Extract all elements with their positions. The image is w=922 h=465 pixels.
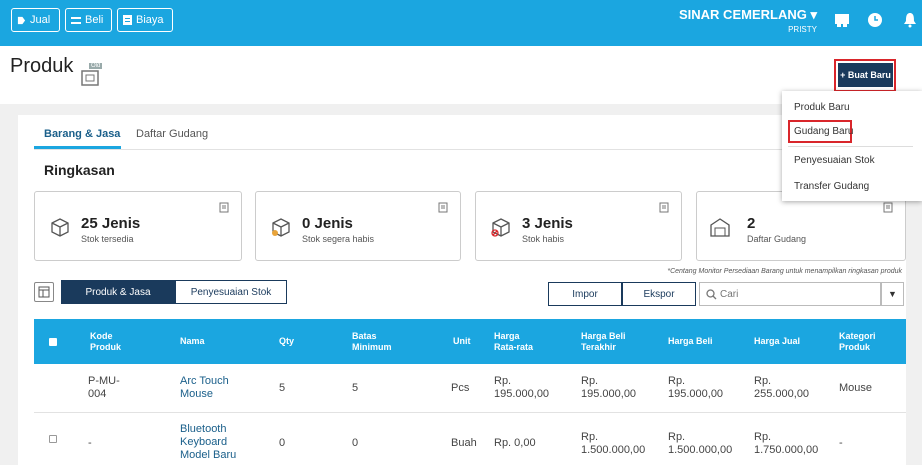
column-settings-button[interactable] [34,282,54,302]
cell-kategori: Mouse [839,382,873,394]
menu-item-transfer-gudang[interactable]: Transfer Gudang [794,181,869,192]
summary-warehouses: 2 Daftar Gudang [696,191,906,261]
column-header-nama[interactable]: Nama [180,336,205,347]
tab-daftar-gudang[interactable]: Daftar Gudang [136,128,208,140]
chevron-down-icon: ▾ [810,7,817,22]
summary-heading: Ringkasan [44,162,115,178]
menu-item-produk-baru[interactable]: Produk Baru [794,102,850,113]
box-empty-icon [491,218,510,237]
company-switcher[interactable]: SINAR CEMERLANG ▾ PRISTY [679,7,817,34]
old-version-toggle[interactable]: Old [81,63,103,86]
column-header-kategori[interactable]: Kategori Produk [839,331,889,353]
table-header: Kode Produk Nama Qty Batas Minimum Unit … [34,319,906,364]
tab-barang-jasa[interactable]: Barang & Jasa [44,128,120,140]
column-header-harga-jual[interactable]: Harga Jual [754,336,800,347]
beli-label: Beli [85,14,104,26]
summary-stock-low: 0 Jenis Stok segera habis [255,191,461,261]
column-header-harga-beli[interactable]: Harga Beli [668,336,713,347]
table-row[interactable]: P-MU-004 Arc Touch Mouse 5 5 Pcs Rp. 195… [34,364,906,413]
cell-harga-beli-terakhir: Rp. 1.500.000,00 [581,431,646,456]
search-input[interactable] [720,286,875,302]
page-title: Produk [10,55,74,77]
summary-label: Stok segera habis [302,234,375,244]
jual-label: Jual [30,14,51,26]
cell-harga-rata: Rp. 0,00 [494,437,536,449]
cell-harga-beli: Rp. 1.500.000,00 [668,431,733,456]
tab-divider [34,149,782,150]
user-name: PRISTY [788,25,817,34]
jual-button[interactable]: Jual [11,8,60,32]
summary-value: 3 Jenis [522,215,573,232]
notification-icon[interactable] [902,12,918,28]
caret-down-icon: ▼ [888,289,897,299]
menu-item-gudang-baru[interactable]: Gudang Baru [794,126,854,137]
old-badge: Old [89,63,103,69]
cell-nama-link[interactable]: Arc Touch Mouse [180,375,250,401]
cell-qty: 5 [279,382,286,394]
column-header-batas[interactable]: Batas Minimum [352,331,400,353]
menu-item-penyesuaian-stok[interactable]: Penyesuaian Stok [794,155,875,166]
summary-stock-empty: 3 Jenis Stok habis [475,191,682,261]
summary-value: 0 Jenis [302,215,353,232]
column-header-harga-rata[interactable]: Harga Rata-rata [494,331,544,353]
cell-harga-jual: Rp. 1.750.000,00 [754,431,819,456]
create-new-button[interactable]: + Buat Baru [838,63,893,87]
box-icon [51,218,69,237]
clock-icon[interactable] [867,12,883,28]
cell-batas: 5 [352,382,359,394]
cell-kategori: - [839,437,843,449]
report-icon[interactable] [883,202,893,213]
import-button[interactable]: Impor [548,282,622,306]
summary-value: 25 Jenis [81,215,141,232]
report-icon[interactable] [438,202,448,213]
cell-harga-beli: Rp. 195.000,00 [668,375,724,400]
box-warning-icon [272,218,290,237]
summary-stock-available: 25 Jenis Stok tersedia [34,191,242,261]
report-icon[interactable] [659,202,669,213]
menu-divider [788,146,913,147]
warehouse-icon [710,218,730,237]
list-icon [71,16,81,24]
receipt-icon [123,15,132,25]
summary-note: *Centang Monitor Persediaan Barang untuk… [667,268,902,275]
switch-view-icon [81,70,99,86]
cell-nama-link[interactable]: Bluetooth Keyboard Model Baru [180,423,240,462]
toggle-penyesuaian-stok[interactable]: Penyesuaian Stok [175,280,287,304]
cell-qty: 0 [279,437,286,449]
company-name: SINAR CEMERLANG [679,7,807,22]
biaya-label: Biaya [136,14,164,26]
search-box[interactable] [699,282,881,306]
column-header-harga-beli-terakhir[interactable]: Harga Beli Terakhir [581,331,631,353]
report-icon[interactable] [219,202,229,213]
row-checkbox[interactable] [49,435,57,443]
cell-kode: - [88,437,92,449]
column-header-unit[interactable]: Unit [453,336,471,347]
cell-unit: Buah [451,437,477,449]
cell-batas: 0 [352,437,359,449]
training-icon[interactable] [834,12,850,28]
search-filter-dropdown[interactable]: ▼ [881,282,904,306]
tag-icon [17,16,26,24]
summary-label: Stok tersedia [81,234,134,244]
biaya-button[interactable]: Biaya [117,8,173,32]
beli-button[interactable]: Beli [65,8,112,32]
search-icon [706,289,717,300]
cell-kode: P-MU-004 [88,375,120,400]
cell-harga-rata: Rp. 195.000,00 [494,375,550,400]
export-button[interactable]: Ekspor [622,282,696,306]
summary-label: Stok habis [522,234,565,244]
table-row[interactable]: - Bluetooth Keyboard Model Baru 0 0 Buah… [34,413,906,465]
create-new-dropdown: Produk Baru Gudang Baru Penyesuaian Stok… [782,91,922,201]
top-navbar: Jual Beli Biaya SINAR CEMERLANG ▾ PRISTY [0,0,922,46]
summary-value: 2 [747,215,756,232]
cell-harga-beli-terakhir: Rp. 195.000,00 [581,375,637,400]
cell-unit: Pcs [451,382,470,394]
settings-grid-icon [38,286,50,298]
column-header-qty[interactable]: Qty [279,336,294,347]
summary-label: Daftar Gudang [747,234,807,244]
toggle-produk-jasa[interactable]: Produk & Jasa [61,280,175,304]
select-all-checkbox[interactable] [49,338,57,346]
cell-harga-jual: Rp. 255.000,00 [754,375,810,400]
column-header-kode[interactable]: Kode Produk [90,331,140,353]
